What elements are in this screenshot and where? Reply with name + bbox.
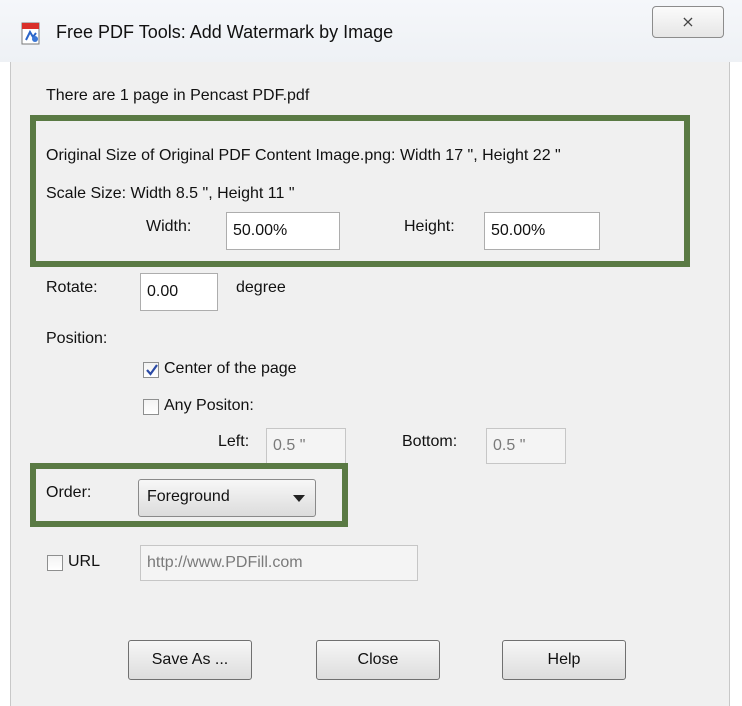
position-label: Position:	[46, 330, 108, 347]
page-count-text: There are 1 page in Pencast PDF.pdf	[46, 87, 310, 104]
original-size-text: Original Size of Original PDF Content Im…	[46, 147, 561, 164]
left-label: Left:	[218, 433, 250, 450]
width-percent-input[interactable]: 50.00%	[226, 212, 340, 250]
rotate-unit: degree	[236, 279, 286, 296]
order-dropdown[interactable]: Foreground	[138, 479, 316, 517]
bottom-label: Bottom:	[402, 433, 458, 450]
url-checkbox[interactable]	[47, 555, 63, 571]
title-bar: Free PDF Tools: Add Watermark by Image ⨯	[0, 0, 742, 62]
dialog-window: Free PDF Tools: Add Watermark by Image ⨯…	[0, 0, 742, 706]
order-selected-value: Foreground	[147, 488, 230, 505]
chevron-down-icon	[293, 495, 305, 502]
pdf-app-icon	[21, 22, 40, 45]
bottom-input[interactable]: 0.5 "	[486, 428, 566, 464]
width-label: Width:	[146, 218, 192, 235]
any-position-checkbox[interactable]	[143, 399, 159, 415]
rotate-input[interactable]: 0.00	[140, 273, 218, 311]
center-page-checkbox[interactable]	[143, 362, 159, 378]
order-label: Order:	[46, 484, 92, 501]
left-input[interactable]: 0.5 "	[266, 428, 346, 464]
height-label: Height:	[404, 218, 455, 235]
window-title: Free PDF Tools: Add Watermark by Image	[56, 22, 394, 42]
check-icon	[146, 364, 158, 376]
rotate-label: Rotate:	[46, 279, 98, 296]
close-button[interactable]: Close	[316, 640, 440, 680]
height-percent-input[interactable]: 50.00%	[484, 212, 600, 250]
url-label: URL	[68, 553, 101, 570]
scale-size-text: Scale Size: Width 8.5 ", Height 11 "	[46, 185, 295, 202]
url-input[interactable]: http://www.PDFill.com	[140, 545, 418, 581]
save-as-button[interactable]: Save As ...	[128, 640, 252, 680]
any-position-label: Any Positon:	[164, 397, 254, 414]
window-close-button[interactable]: ⨯	[652, 6, 724, 38]
center-page-label: Center of the page	[164, 360, 297, 377]
close-icon: ⨯	[681, 14, 695, 31]
help-button[interactable]: Help	[502, 640, 626, 680]
